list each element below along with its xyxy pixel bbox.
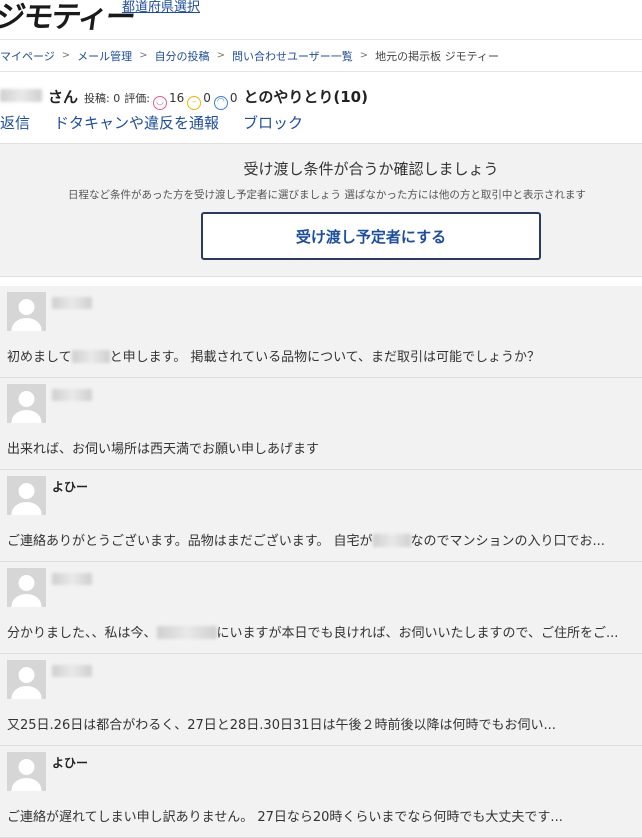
message-item: よひー ご連絡ありがとうございます。品物はまだございます。 自宅が なのでマンショ… xyxy=(0,470,642,562)
breadcrumb: マイページ > メール管理 > 自分の投稿 > 問い合わせユーザー一覧 > 地元… xyxy=(0,40,642,72)
honorific: さん xyxy=(48,88,79,106)
rating-normal-count: 0 xyxy=(203,91,211,105)
message-text: 分かりました、、私は今、 にいますが本日でも良ければ、お伺いいたしますので、ご住所… xyxy=(7,626,619,641)
prefecture-select-link[interactable]: 都道府県選択 xyxy=(122,0,200,15)
breadcrumb-separator: > xyxy=(139,50,148,61)
confirm-description: 日程など条件があった方を受け渡し予定者に選びましょう 選ばなかった方には他の方と… xyxy=(68,189,586,201)
message-item: よひー ご連絡が遅れてしまい申し訳ありません。 27日なら20時くらいまでなら何… xyxy=(0,746,642,838)
message-item: 又25日.26日は都合がわるく、27日と28日.30日31日は午後２時前後以降は… xyxy=(0,654,642,746)
confirm-title: 受け渡し条件が合うか確認しましょう xyxy=(243,160,499,178)
redacted-text xyxy=(71,350,110,363)
message-text: 初めまして と申します。 掲載されている品物について、まだ取引は可能でしょうか？ xyxy=(7,350,541,365)
message-item: 出来れば、お伺い場所は西天満でお願い申しあげます xyxy=(0,378,642,470)
smile-face-icon: ◡ xyxy=(152,96,167,110)
breadcrumb-mypage[interactable]: マイページ xyxy=(0,48,55,64)
message-item: 分かりました、、私は今、 にいますが本日でも良ければ、お伺いいたしますので、ご住所… xyxy=(0,562,642,654)
rating-good-count: 16 xyxy=(168,91,185,105)
posts-count: 投稿: 0 xyxy=(84,92,121,105)
set-recipient-button[interactable]: 受け渡し予定者にする xyxy=(201,212,541,260)
breadcrumb-inquiry-users[interactable]: 問い合わせユーザー一覧 xyxy=(232,48,353,64)
breadcrumb-separator: > xyxy=(359,50,369,61)
breadcrumb-current: 地元の掲示板 ジモティー xyxy=(375,49,499,63)
message-text: 又25日.26日は都合がわるく、27日と28日.30日31日は午後２時前後以降は… xyxy=(7,718,556,733)
breadcrumb-separator: > xyxy=(216,50,225,61)
avatar[interactable] xyxy=(7,476,46,515)
rating-label: 評価: xyxy=(124,92,150,105)
avatar[interactable] xyxy=(7,292,46,331)
avatar[interactable] xyxy=(7,384,46,423)
redacted-text xyxy=(372,534,411,547)
redacted-username xyxy=(0,89,42,102)
message-list: 初めまして と申します。 掲載されている品物について、まだ取引は可能でしょうか？ … xyxy=(0,286,642,838)
site-header: ジモティー 都道府県選択 xyxy=(0,0,642,40)
thread-title: さん 投稿: 0 評価: ◡ 16 – 0 ◠ 0 とのやりとり(10) xyxy=(0,86,368,110)
breadcrumb-separator: > xyxy=(61,50,71,61)
message-text: ご連絡が遅れてしまい申し訳ありません。 27日なら20時くらいまでなら何時でも大… xyxy=(7,810,563,825)
message-text: 出来れば、お伺い場所は西天満でお願い申しあげます xyxy=(7,442,320,457)
avatar[interactable] xyxy=(7,568,46,607)
redacted-sender-name xyxy=(52,297,92,309)
breadcrumb-my-posts[interactable]: 自分の投稿 xyxy=(155,48,210,64)
reply-link[interactable]: 返信 xyxy=(0,112,30,134)
redacted-sender-name xyxy=(52,389,92,401)
redacted-text xyxy=(156,626,217,639)
handover-confirm-panel: 受け渡し条件が合うか確認しましょう 日程など条件があった方を受け渡し予定者に選び… xyxy=(0,143,642,277)
sender-name[interactable]: よひー xyxy=(52,478,88,495)
avatar[interactable] xyxy=(7,660,46,699)
redacted-sender-name xyxy=(52,665,92,677)
message-item: 初めまして と申します。 掲載されている品物について、まだ取引は可能でしょうか？ xyxy=(0,286,642,378)
neutral-face-icon: – xyxy=(187,96,202,110)
sender-name[interactable]: よひー xyxy=(52,754,88,771)
redacted-sender-name xyxy=(52,573,92,585)
block-link[interactable]: ブロック xyxy=(243,112,303,134)
thread-actions: 返信 ドタキャンや違反を通報 ブロック xyxy=(0,112,327,134)
conversation-title: とのやりとり(10) xyxy=(243,88,368,106)
sad-face-icon: ◠ xyxy=(213,96,228,110)
report-link[interactable]: ドタキャンや違反を通報 xyxy=(54,112,219,134)
message-text: ご連絡ありがとうございます。品物はまだございます。 自宅が なのでマンションの入り… xyxy=(7,534,605,549)
site-logo[interactable]: ジモティー xyxy=(0,0,137,36)
avatar[interactable] xyxy=(7,752,46,791)
rating-bad-count: 0 xyxy=(229,91,238,105)
breadcrumb-mail-management[interactable]: メール管理 xyxy=(77,48,132,64)
